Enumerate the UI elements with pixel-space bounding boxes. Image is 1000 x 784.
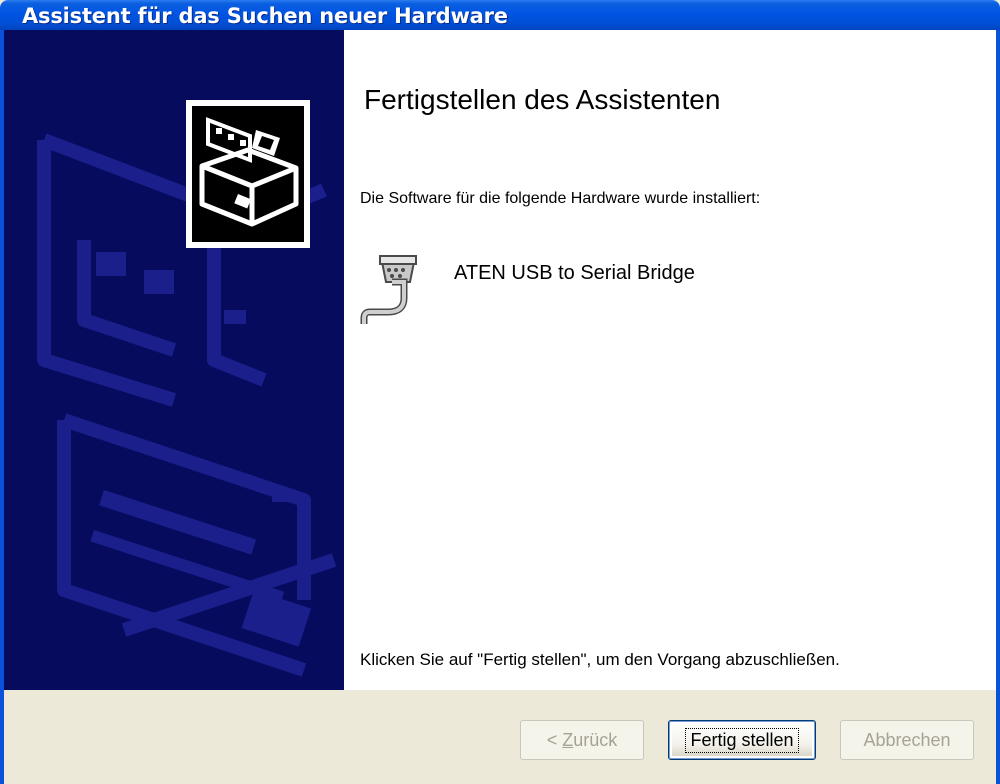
wizard-window: Assistent für das Suchen neuer Hardware [0,0,1000,784]
finish-hint: Klicken Sie auf "Fertig stellen", um den… [360,650,840,669]
back-button-rest: urück [573,729,618,750]
device-name: ATEN USB to Serial Bridge [454,262,695,284]
page-title: Fertigstellen des Assistenten [364,84,721,115]
cancel-button-label: Abbrechen [863,729,951,750]
serial-port-icon [358,252,418,324]
finish-button-label: Fertig stellen [685,727,799,753]
window-border-right [996,30,1000,784]
back-button-mnemonic: Z [562,729,574,750]
back-button[interactable]: < Zurück [520,720,644,760]
back-button-prefix: < [546,729,563,750]
wizard-content: Fertigstellen des Assistenten Die Softwa… [344,30,996,690]
window-title: Assistent für das Suchen neuer Hardware [22,4,508,28]
button-bar: < Zurück Fertig stellen Abbrechen [4,690,996,784]
cancel-button[interactable]: Abbrechen [840,720,974,760]
title-bar[interactable]: Assistent für das Suchen neuer Hardware [0,0,1000,30]
wizard-sidebar [4,30,344,690]
finish-button[interactable]: Fertig stellen [668,720,816,760]
installed-description: Die Software für die folgende Hardware w… [360,190,761,207]
hardware-wizard-icon [186,100,310,248]
